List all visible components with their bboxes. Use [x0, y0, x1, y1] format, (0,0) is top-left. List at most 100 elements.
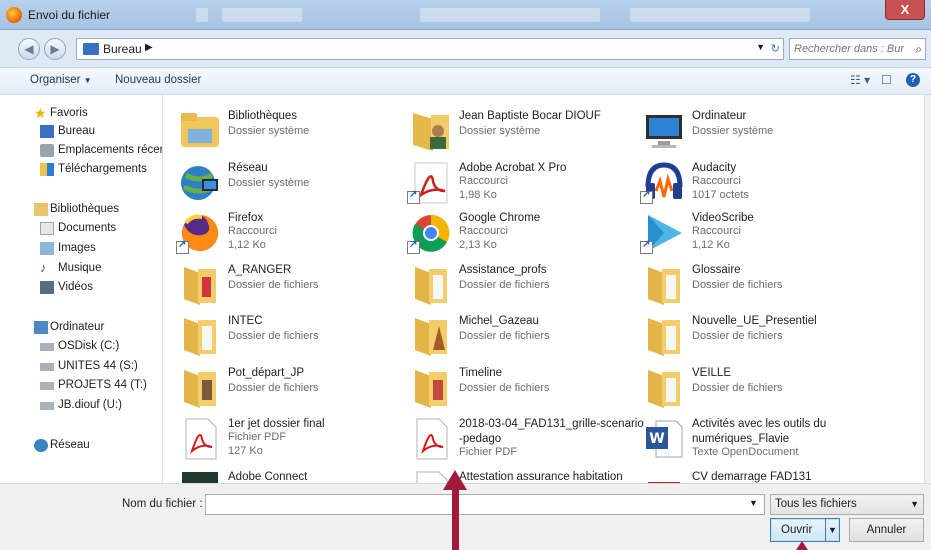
arrow-left-icon: ◀ — [24, 42, 34, 56]
file-item[interactable]: INTEC Dossier de fichiers — [166, 312, 396, 362]
nav-computer[interactable]: Ordinateur — [0, 319, 162, 337]
organize-button[interactable]: Organiser ▼ — [30, 74, 92, 86]
file-item[interactable]: Bibliothèques Dossier système — [166, 107, 396, 157]
close-icon: X — [900, 2, 910, 17]
nav-item-projets[interactable]: PROJETS 44 (T:) — [0, 377, 162, 395]
search-input[interactable] — [790, 39, 908, 59]
desktop-icon — [40, 125, 54, 138]
chevron-down-icon[interactable]: ▼ — [825, 519, 839, 541]
file-item[interactable]: Firefox Raccourci 1,12 Ko — [166, 209, 396, 259]
file-item[interactable]: VEILLE Dossier de fichiers — [630, 364, 860, 414]
images-icon — [40, 242, 54, 255]
help-icon[interactable]: ? — [906, 73, 920, 87]
pdf-icon — [416, 418, 448, 460]
user-folder-icon — [413, 113, 449, 151]
forward-button[interactable]: ▶ — [44, 38, 66, 60]
network-drive-icon — [40, 382, 54, 390]
view-options-icon[interactable]: ☷ ▾ — [850, 73, 870, 87]
file-item[interactable]: A_RANGER Dossier de fichiers — [166, 261, 396, 311]
shortcut-overlay-icon — [407, 189, 420, 204]
nav-item-music[interactable]: ♪ Musique — [0, 260, 162, 278]
downloads-icon — [40, 163, 54, 176]
nav-network[interactable]: Réseau — [0, 437, 162, 455]
file-item[interactable]: Assistance_profs Dossier de fichiers — [397, 261, 627, 311]
file-item[interactable]: Ordinateur Dossier système — [630, 107, 860, 157]
background-tab-close — [196, 8, 208, 22]
nav-item-unites[interactable]: UNITES 44 (S:) — [0, 358, 162, 376]
file-item[interactable]: 1er jet dossier final Fichier PDF 127 Ko — [166, 415, 396, 465]
folder-icon — [184, 318, 216, 356]
nav-item-jbdiouf[interactable]: JB.diouf (U:) — [0, 397, 162, 415]
annotation-arrow-small-icon — [796, 541, 808, 550]
nav-item-downloads[interactable]: Téléchargements — [0, 161, 162, 179]
nav-item-images[interactable]: Images — [0, 240, 162, 258]
folder-icon — [415, 318, 447, 356]
folder-icon — [648, 370, 680, 408]
word-icon: W — [646, 420, 683, 458]
nav-libraries[interactable]: Bibliothèques — [0, 201, 162, 219]
command-bar: Organiser ▼ Nouveau dossier ☷ ▾ ☐ ? — [0, 68, 931, 95]
network-icon — [34, 439, 48, 452]
search-icon[interactable]: ⌕ — [915, 42, 922, 57]
file-item[interactable]: Jean Baptiste Bocar DIOUF Dossier systèm… — [397, 107, 627, 157]
back-button[interactable]: ◀ — [18, 38, 40, 60]
filename-history-chevron-icon[interactable]: ▼ — [749, 498, 758, 508]
file-item[interactable]: Réseau Dossier système — [166, 159, 396, 209]
file-item[interactable]: VideoScribe Raccourci 1,12 Ko — [630, 209, 860, 259]
background-tab — [630, 8, 810, 22]
nav-item-bureau[interactable]: Bureau — [0, 123, 162, 141]
folder-icon — [648, 318, 680, 356]
file-item[interactable]: Michel_Gazeau Dossier de fichiers — [397, 312, 627, 362]
network-drive-icon — [40, 363, 54, 371]
bottom-panel: Nom du fichier : ▼ Tous les fichiers ▼ O… — [0, 483, 931, 550]
document-icon — [648, 482, 680, 483]
open-button[interactable]: Ouvrir ▼ — [770, 518, 840, 542]
nav-item-osdisk[interactable]: OSDisk (C:) — [0, 338, 162, 356]
folder-icon — [184, 370, 216, 408]
preview-pane-icon[interactable]: ☐ — [881, 73, 892, 87]
nav-item-recent[interactable]: Emplacements récen — [0, 142, 162, 160]
library-icon — [181, 113, 219, 147]
window-title: Envoi du fichier — [28, 8, 111, 22]
breadcrumb-arrow-icon[interactable]: ▶ — [145, 42, 153, 53]
folder-icon — [415, 267, 447, 305]
background-tab — [420, 8, 600, 22]
nav-item-documents[interactable]: Documents — [0, 220, 162, 238]
chevron-down-icon: ▼ — [83, 76, 92, 85]
file-item[interactable]: Timeline Dossier de fichiers — [397, 364, 627, 414]
nav-favorites[interactable]: ★ Favoris — [0, 105, 162, 123]
file-item[interactable]: Adobe Connect — [166, 468, 396, 483]
file-type-select[interactable]: Tous les fichiers ▼ — [770, 494, 924, 515]
folder-icon — [184, 267, 216, 305]
file-item[interactable]: CV demarrage FAD131 — [630, 468, 860, 483]
close-button[interactable]: X — [885, 0, 925, 20]
file-item[interactable]: Nouvelle_UE_Presentiel Dossier de fichie… — [630, 312, 860, 362]
address-bar-area: ◀ ▶ Bureau ▶ ▼ ↻ ⌕ — [0, 30, 931, 68]
cancel-button[interactable]: Annuler — [849, 518, 924, 542]
videos-icon — [40, 281, 54, 294]
filename-input[interactable] — [205, 494, 765, 515]
folder-icon — [648, 267, 680, 305]
file-item[interactable]: Attestation assurance habitation — [397, 468, 627, 483]
star-icon: ★ — [34, 105, 47, 121]
navigation-pane: ★ Favoris Bureau Emplacements récen Télé… — [0, 95, 163, 483]
file-item[interactable]: Audacity Raccourci 1017 octets — [630, 159, 860, 209]
file-item[interactable]: Adobe Acrobat X Pro Raccourci 1,98 Ko — [397, 159, 627, 209]
nav-item-videos[interactable]: Vidéos — [0, 279, 162, 297]
shortcut-overlay-icon — [407, 239, 420, 254]
file-item[interactable]: 2018-03-04_FAD131_grille-scenario -pedag… — [397, 415, 644, 465]
search-box[interactable]: ⌕ — [789, 38, 926, 60]
file-item[interactable]: W Activités avec les outils du numérique… — [630, 415, 860, 465]
file-list[interactable]: Bibliothèques Dossier système Jean Bapti… — [164, 95, 924, 483]
vertical-scrollbar[interactable] — [924, 95, 931, 483]
refresh-icon[interactable]: ↻ — [771, 42, 780, 55]
new-folder-button[interactable]: Nouveau dossier — [115, 74, 201, 86]
file-item[interactable]: Pot_départ_JP Dossier de fichiers — [166, 364, 396, 414]
folder-icon — [415, 370, 447, 408]
file-item[interactable]: Google Chrome Raccourci 2,13 Ko — [397, 209, 627, 259]
address-box[interactable]: Bureau ▶ ▼ ↻ — [76, 38, 784, 60]
breadcrumb[interactable]: Bureau — [103, 42, 142, 56]
shortcut-overlay-icon — [176, 239, 189, 254]
chevron-down-icon[interactable]: ▼ — [756, 42, 765, 52]
file-item[interactable]: Glossaire Dossier de fichiers — [630, 261, 860, 311]
